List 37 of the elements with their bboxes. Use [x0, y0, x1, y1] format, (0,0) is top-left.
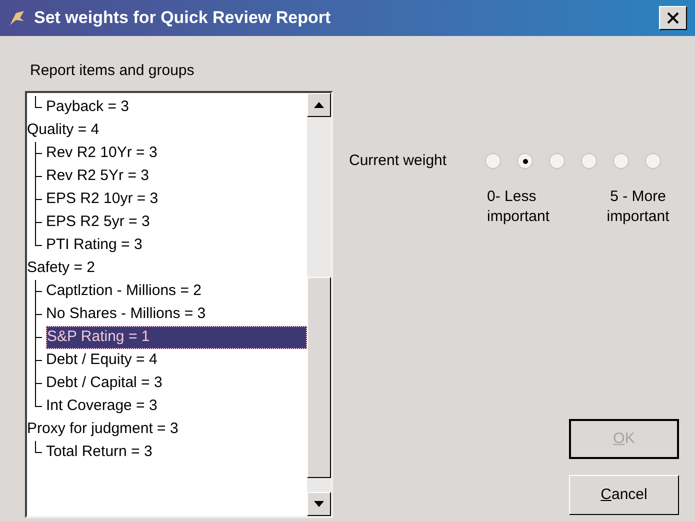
scroll-up-button[interactable]: [307, 92, 331, 116]
tree-item[interactable]: Quality = 4: [27, 118, 104, 142]
tree-item[interactable]: EPS R2 5yr = 3: [46, 210, 154, 234]
tree-item[interactable]: No Shares - Millions = 3: [46, 302, 210, 326]
tree-item[interactable]: Captlztion - Millions = 2: [46, 280, 206, 302]
weight-label: Current weight: [349, 151, 448, 171]
high-weight-label: 5 - More important: [606, 186, 670, 226]
tree-item[interactable]: Int Coverage = 3: [46, 394, 162, 418]
window-title: Set weights for Quick Review Report: [34, 7, 332, 30]
app-icon: [8, 9, 26, 27]
weight-radio[interactable]: [581, 153, 597, 170]
weight-radio[interactable]: [485, 153, 501, 170]
weight-radio[interactable]: [645, 153, 661, 170]
tree-item[interactable]: PTI Rating = 3: [46, 234, 146, 256]
tree-item[interactable]: Debt / Capital = 3: [46, 372, 166, 394]
tree-item[interactable]: Proxy for judgment = 3: [27, 418, 182, 440]
up-arrow-icon: [314, 102, 324, 108]
tree-item[interactable]: Debt / Equity = 4: [46, 348, 162, 372]
tree-item[interactable]: Total Return = 3: [46, 440, 156, 464]
tree-item[interactable]: EPS R2 10yr = 3: [46, 188, 162, 210]
close-icon: [667, 12, 679, 24]
tree-item[interactable]: S&P Rating = 1: [46, 326, 307, 348]
tree-item[interactable]: Payback = 3: [46, 96, 133, 118]
low-weight-label: 0- Less important: [487, 186, 551, 226]
weight-radio[interactable]: [549, 153, 565, 170]
close-button[interactable]: [659, 6, 687, 30]
scroll-thumb[interactable]: [307, 276, 331, 478]
tree-item[interactable]: Rev R2 5Yr = 3: [46, 164, 153, 188]
tree-item[interactable]: Rev R2 10Yr = 3: [46, 142, 162, 164]
down-arrow-icon: [314, 500, 324, 506]
tree-item[interactable]: Safety = 2: [27, 256, 99, 280]
scroll-down-button[interactable]: [307, 492, 331, 516]
scrollbar[interactable]: [307, 92, 331, 516]
tree-label: Report items and groups: [30, 61, 196, 81]
weight-radio[interactable]: [613, 153, 629, 170]
cancel-button[interactable]: Cancel: [569, 475, 679, 515]
weight-radio[interactable]: [517, 153, 533, 170]
